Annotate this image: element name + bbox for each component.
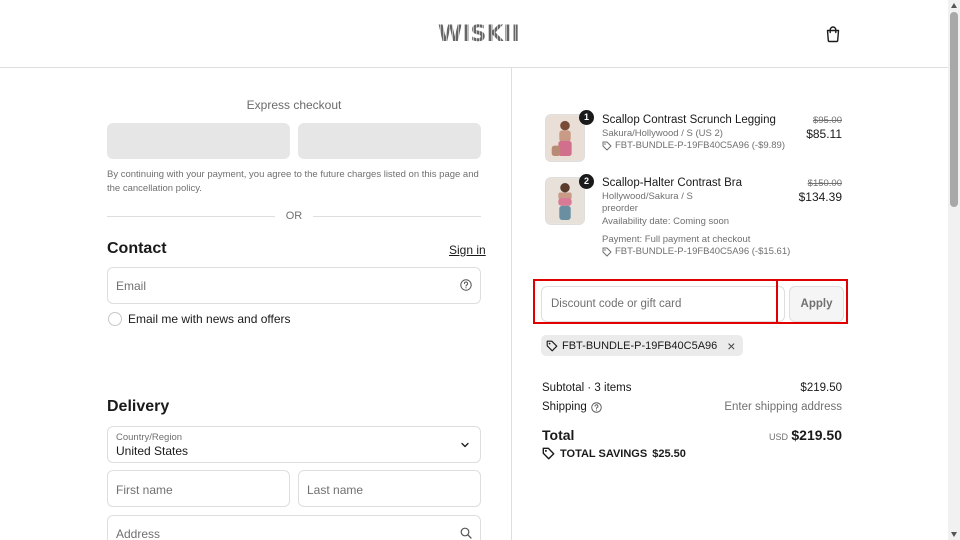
item-original-price: $150.00 [807,178,842,189]
help-circle-icon[interactable] [591,401,602,413]
total-value: $219.50 [791,427,842,443]
scroll-down-arrow-icon[interactable] [951,532,957,537]
savings-label: TOTAL SAVINGS [560,447,648,460]
item-preorder: preorder [602,203,638,214]
country-value: United States [116,444,189,458]
last-name-placeholder: Last name [307,483,364,497]
item-discount-text: FBT-BUNDLE-P-19FB40C5A96 (-$15.61) [615,246,791,257]
total-currency: USD [768,432,788,442]
quantity-badge: 2 [579,174,594,189]
item-price: $134.39 [798,190,842,204]
item-variant: Hollywood/Sakura / S [602,191,693,202]
quantity-badge: 1 [579,110,594,125]
item-discount-text: FBT-BUNDLE-P-19FB40C5A96 (-$9.89) [615,140,786,151]
item-availability: Availability date: Coming soon [602,216,730,227]
chevron-down-icon [461,442,469,448]
express-pay-button-2[interactable] [298,123,481,159]
first-name-placeholder: First name [116,483,173,497]
subtotal-value: $219.50 [800,382,842,394]
product-image-legging [546,115,584,161]
express-pay-button-1[interactable] [107,123,290,159]
delivery-title: Delivery [107,398,170,415]
email-placeholder: Email [116,279,147,293]
item-name: Scallop Contrast Scrunch Legging [602,114,776,126]
item-name: Scallop-Halter Contrast Bra [602,177,742,189]
divider-right [313,216,481,217]
newsletter-checkbox[interactable] [108,312,122,326]
express-checkout-title: Express checkout [246,98,342,112]
country-select[interactable]: Country/Region United States [107,426,481,463]
total-savings: TOTAL SAVINGS $25.50 [542,447,686,460]
shipping-label: Shipping [542,401,587,413]
shopping-bag-icon[interactable] [824,25,842,43]
shipping-row: Shipping [542,401,602,413]
subtotal-label: Subtotal · 3 items [542,382,632,394]
item-variant: Sakura/Hollywood / S (US 2) [602,128,723,139]
or-separator: OR [285,210,303,222]
applied-discount-code: FBT-BUNDLE-P-19FB40C5A96 [562,339,718,352]
remove-discount-close-icon[interactable]: × [727,339,735,353]
item-discount: FBT-BUNDLE-P-19FB40C5A96 (-$15.61) [602,246,790,257]
tag-icon [602,247,612,256]
total-label: Total [542,427,575,443]
header: WISKII [0,0,948,68]
item-discount: FBT-BUNDLE-P-19FB40C5A96 (-$9.89) [602,140,785,151]
tag-icon [602,141,612,150]
country-label: Country/Region [116,432,183,443]
item-payment: Payment: Full payment at checkout [602,234,751,245]
tag-icon [542,447,555,460]
page-scrollbar[interactable] [948,0,960,540]
search-icon[interactable] [460,527,472,539]
email-field[interactable]: Email [107,267,481,304]
address-field[interactable]: Address [107,515,481,540]
applied-discount-chip: FBT-BUNDLE-P-19FB40C5A96 × [541,335,744,356]
highlight-box-apply [776,279,848,324]
brand-logo[interactable]: WISKII [438,22,520,47]
shipping-value: Enter shipping address [724,401,842,413]
tag-icon [546,340,558,351]
item-price: $85.11 [806,127,842,141]
savings-value: $25.50 [652,447,686,460]
contact-title: Contact [107,240,167,257]
address-placeholder: Address [116,527,161,540]
scroll-thumb[interactable] [950,12,958,207]
help-circle-icon[interactable] [460,279,472,291]
item-original-price: $95.00 [812,115,842,126]
consent-text: By continuing with your payment, you agr… [107,169,479,194]
last-name-field[interactable]: Last name [298,470,481,507]
scroll-up-arrow-icon[interactable] [951,3,957,8]
divider-left [107,216,275,217]
sign-in-link[interactable]: Sign in [449,243,486,257]
column-divider [511,68,512,540]
newsletter-label[interactable]: Email me with news and offers [128,312,291,326]
first-name-field[interactable]: First name [107,470,290,507]
product-image-bra [546,178,584,224]
